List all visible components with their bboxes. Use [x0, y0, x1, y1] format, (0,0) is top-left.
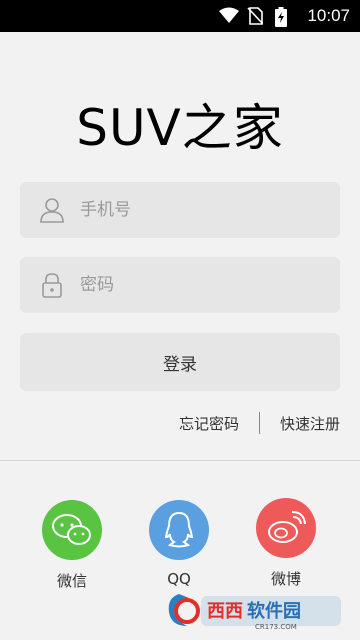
wechat-label: 微信 [56, 572, 87, 590]
qq-icon[interactable] [149, 500, 209, 560]
no-sim-icon [247, 7, 265, 25]
qq-login[interactable]: QQ [139, 500, 219, 588]
phone-input[interactable] [80, 200, 320, 220]
login-button[interactable]: 登录 [20, 333, 340, 391]
password-input[interactable] [80, 275, 320, 295]
svg-text:西西: 西西 [207, 601, 243, 622]
watermark-logo: 西西 软件园 CR173.COM [168, 594, 341, 631]
phone-field[interactable] [20, 182, 340, 238]
svg-text:CR173.COM: CR173.COM [255, 623, 297, 631]
account-links: 忘记密码 快速注册 [179, 410, 340, 436]
wifi-icon [219, 7, 240, 25]
lock-icon [38, 271, 66, 299]
quick-register-link[interactable]: 快速注册 [280, 413, 340, 434]
user-icon [38, 196, 66, 224]
forgot-password-link[interactable]: 忘记密码 [179, 413, 239, 434]
section-divider [0, 460, 360, 461]
password-field[interactable] [20, 257, 340, 313]
weibo-login[interactable]: 微博 [246, 498, 326, 589]
wechat-login[interactable]: 微信 [32, 500, 112, 591]
qq-label: QQ [167, 570, 191, 588]
status-bar: 10:07 [0, 0, 360, 32]
svg-text:软件园: 软件园 [247, 600, 301, 622]
battery-charging-icon [275, 7, 293, 27]
site-watermark: 西西 软件园 CR173.COM [165, 590, 345, 632]
status-time: 10:07 [307, 6, 350, 25]
wechat-icon[interactable] [42, 500, 102, 560]
weibo-icon[interactable] [256, 498, 316, 558]
link-divider [258, 412, 260, 434]
weibo-label: 微博 [270, 570, 301, 588]
app-title: SUV之家 [76, 99, 284, 157]
